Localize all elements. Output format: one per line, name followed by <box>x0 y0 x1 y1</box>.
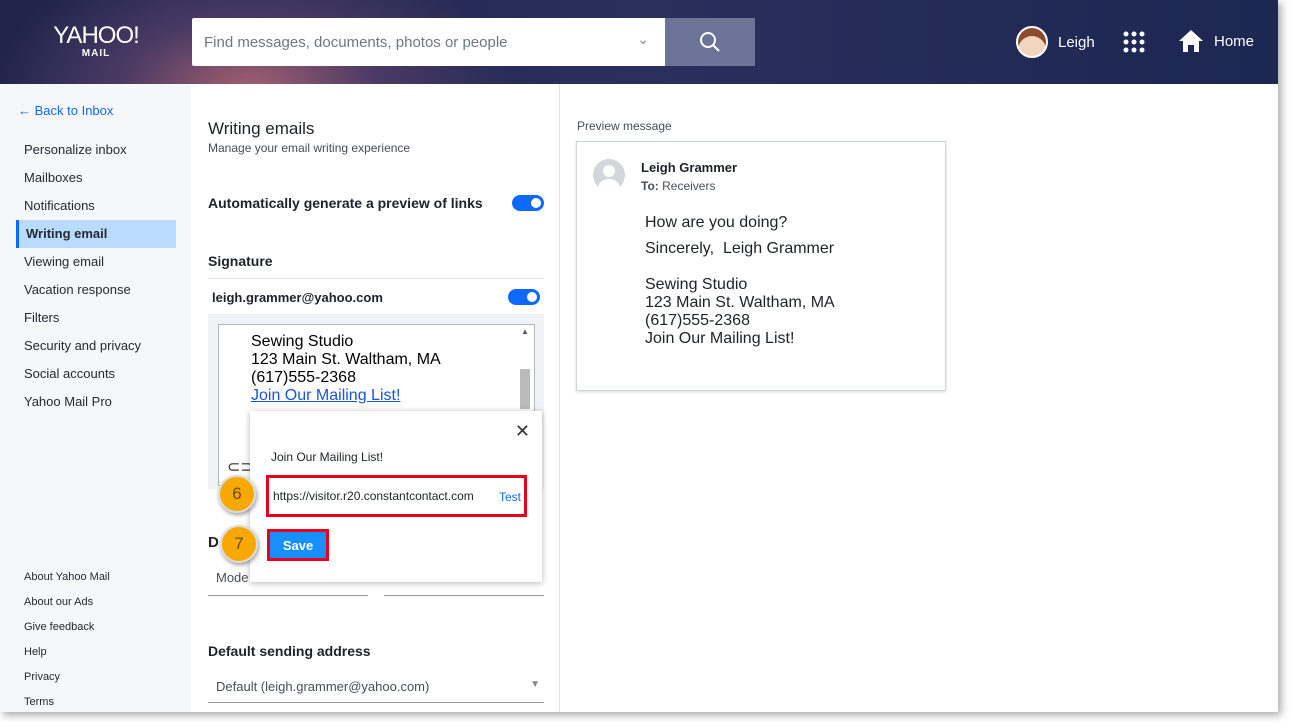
chevron-down-icon[interactable]: ⌄ <box>637 31 649 48</box>
home-icon <box>1179 30 1203 52</box>
profile-button[interactable]: Leigh <box>1016 26 1095 58</box>
sidebar-item-personalize[interactable]: Personalize inbox <box>16 136 176 164</box>
yahoo-mail-logo[interactable]: YAHOO! MAIL <box>50 24 142 60</box>
link-edit-popup: ✕ Join Our Mailing List! https://visitor… <box>250 411 542 582</box>
footer-link[interactable]: About Yahoo Mail <box>24 568 110 593</box>
close-icon[interactable]: ✕ <box>515 421 530 442</box>
url-input[interactable]: https://visitor.r20.constantcontact.com T… <box>266 475 527 517</box>
sidebar-item-mailboxes[interactable]: Mailboxes <box>16 164 176 192</box>
back-to-inbox-link[interactable]: ← Back to Inbox <box>18 103 113 118</box>
caret-down-icon: ▼ <box>530 679 540 690</box>
step-badge-7: 7 <box>220 525 258 563</box>
footer-link[interactable]: Give feedback <box>24 618 110 643</box>
sidebar-item-security[interactable]: Security and privacy <box>16 332 176 360</box>
default-sending-heading: Default sending address <box>208 643 371 659</box>
link-text: Join Our Mailing List! <box>271 450 384 464</box>
recipients: Receivers <box>662 179 716 193</box>
settings-sidebar: ← Back to Inbox Personalize inbox Mailbo… <box>0 84 191 712</box>
sidebar-item-social[interactable]: Social accounts <box>16 360 176 388</box>
search-button[interactable] <box>665 18 755 66</box>
sidebar-item-vacation[interactable]: Vacation response <box>16 276 176 304</box>
sidebar-item-viewing-email[interactable]: Viewing email <box>16 248 176 276</box>
sender-name: Leigh Grammer <box>641 160 738 175</box>
sidebar-item-filters[interactable]: Filters <box>16 304 176 332</box>
footer-link[interactable]: Privacy <box>24 668 110 693</box>
link-preview-toggle[interactable] <box>512 195 544 211</box>
step-badge-6: 6 <box>218 475 256 513</box>
arrow-left-icon: ← <box>18 103 35 118</box>
settings-panel: Writing emails Manage your email writing… <box>192 84 560 712</box>
footer-link[interactable]: About our Ads <box>24 593 110 618</box>
page-title: Writing emails <box>208 119 315 138</box>
sidebar-item-pro[interactable]: Yahoo Mail Pro <box>16 388 176 416</box>
signature-toggle[interactable] <box>508 289 540 305</box>
home-button[interactable]: Home <box>1178 29 1254 53</box>
footer-link[interactable]: Help <box>24 643 110 668</box>
test-link[interactable]: Test <box>490 490 521 504</box>
sidebar-item-writing-email[interactable]: Writing email <box>16 220 176 248</box>
search-input[interactable]: Find messages, documents, photos or peop… <box>192 18 665 66</box>
preview-label: Preview message <box>577 119 672 133</box>
app-window: YAHOO! MAIL Find messages, documents, pho… <box>0 0 1278 712</box>
search-placeholder: Find messages, documents, photos or peop… <box>204 34 508 51</box>
avatar <box>593 159 625 191</box>
signature-heading: Signature <box>208 253 273 269</box>
apps-grid-icon[interactable] <box>1122 30 1146 54</box>
link-preview-label: Automatically generate a preview of link… <box>208 195 483 211</box>
preview-message: Leigh Grammer To: Receivers How are you … <box>576 141 946 391</box>
account-email: leigh.grammer@yahoo.com <box>212 290 383 305</box>
save-button[interactable]: Save <box>267 529 329 561</box>
header: YAHOO! MAIL Find messages, documents, pho… <box>0 0 1278 84</box>
mode-label: Mode <box>216 570 249 585</box>
page-subtitle: Manage your email writing experience <box>208 141 411 155</box>
footer-link[interactable]: Terms <box>24 693 110 712</box>
section-heading: D <box>208 534 219 551</box>
signature-link[interactable]: Join Our Mailing List! <box>251 387 441 405</box>
avatar <box>1016 26 1048 58</box>
search-icon <box>700 32 720 52</box>
sidebar-item-notifications[interactable]: Notifications <box>16 192 176 220</box>
default-sending-select[interactable]: Default (leigh.grammer@yahoo.com) ▼ <box>208 671 544 703</box>
